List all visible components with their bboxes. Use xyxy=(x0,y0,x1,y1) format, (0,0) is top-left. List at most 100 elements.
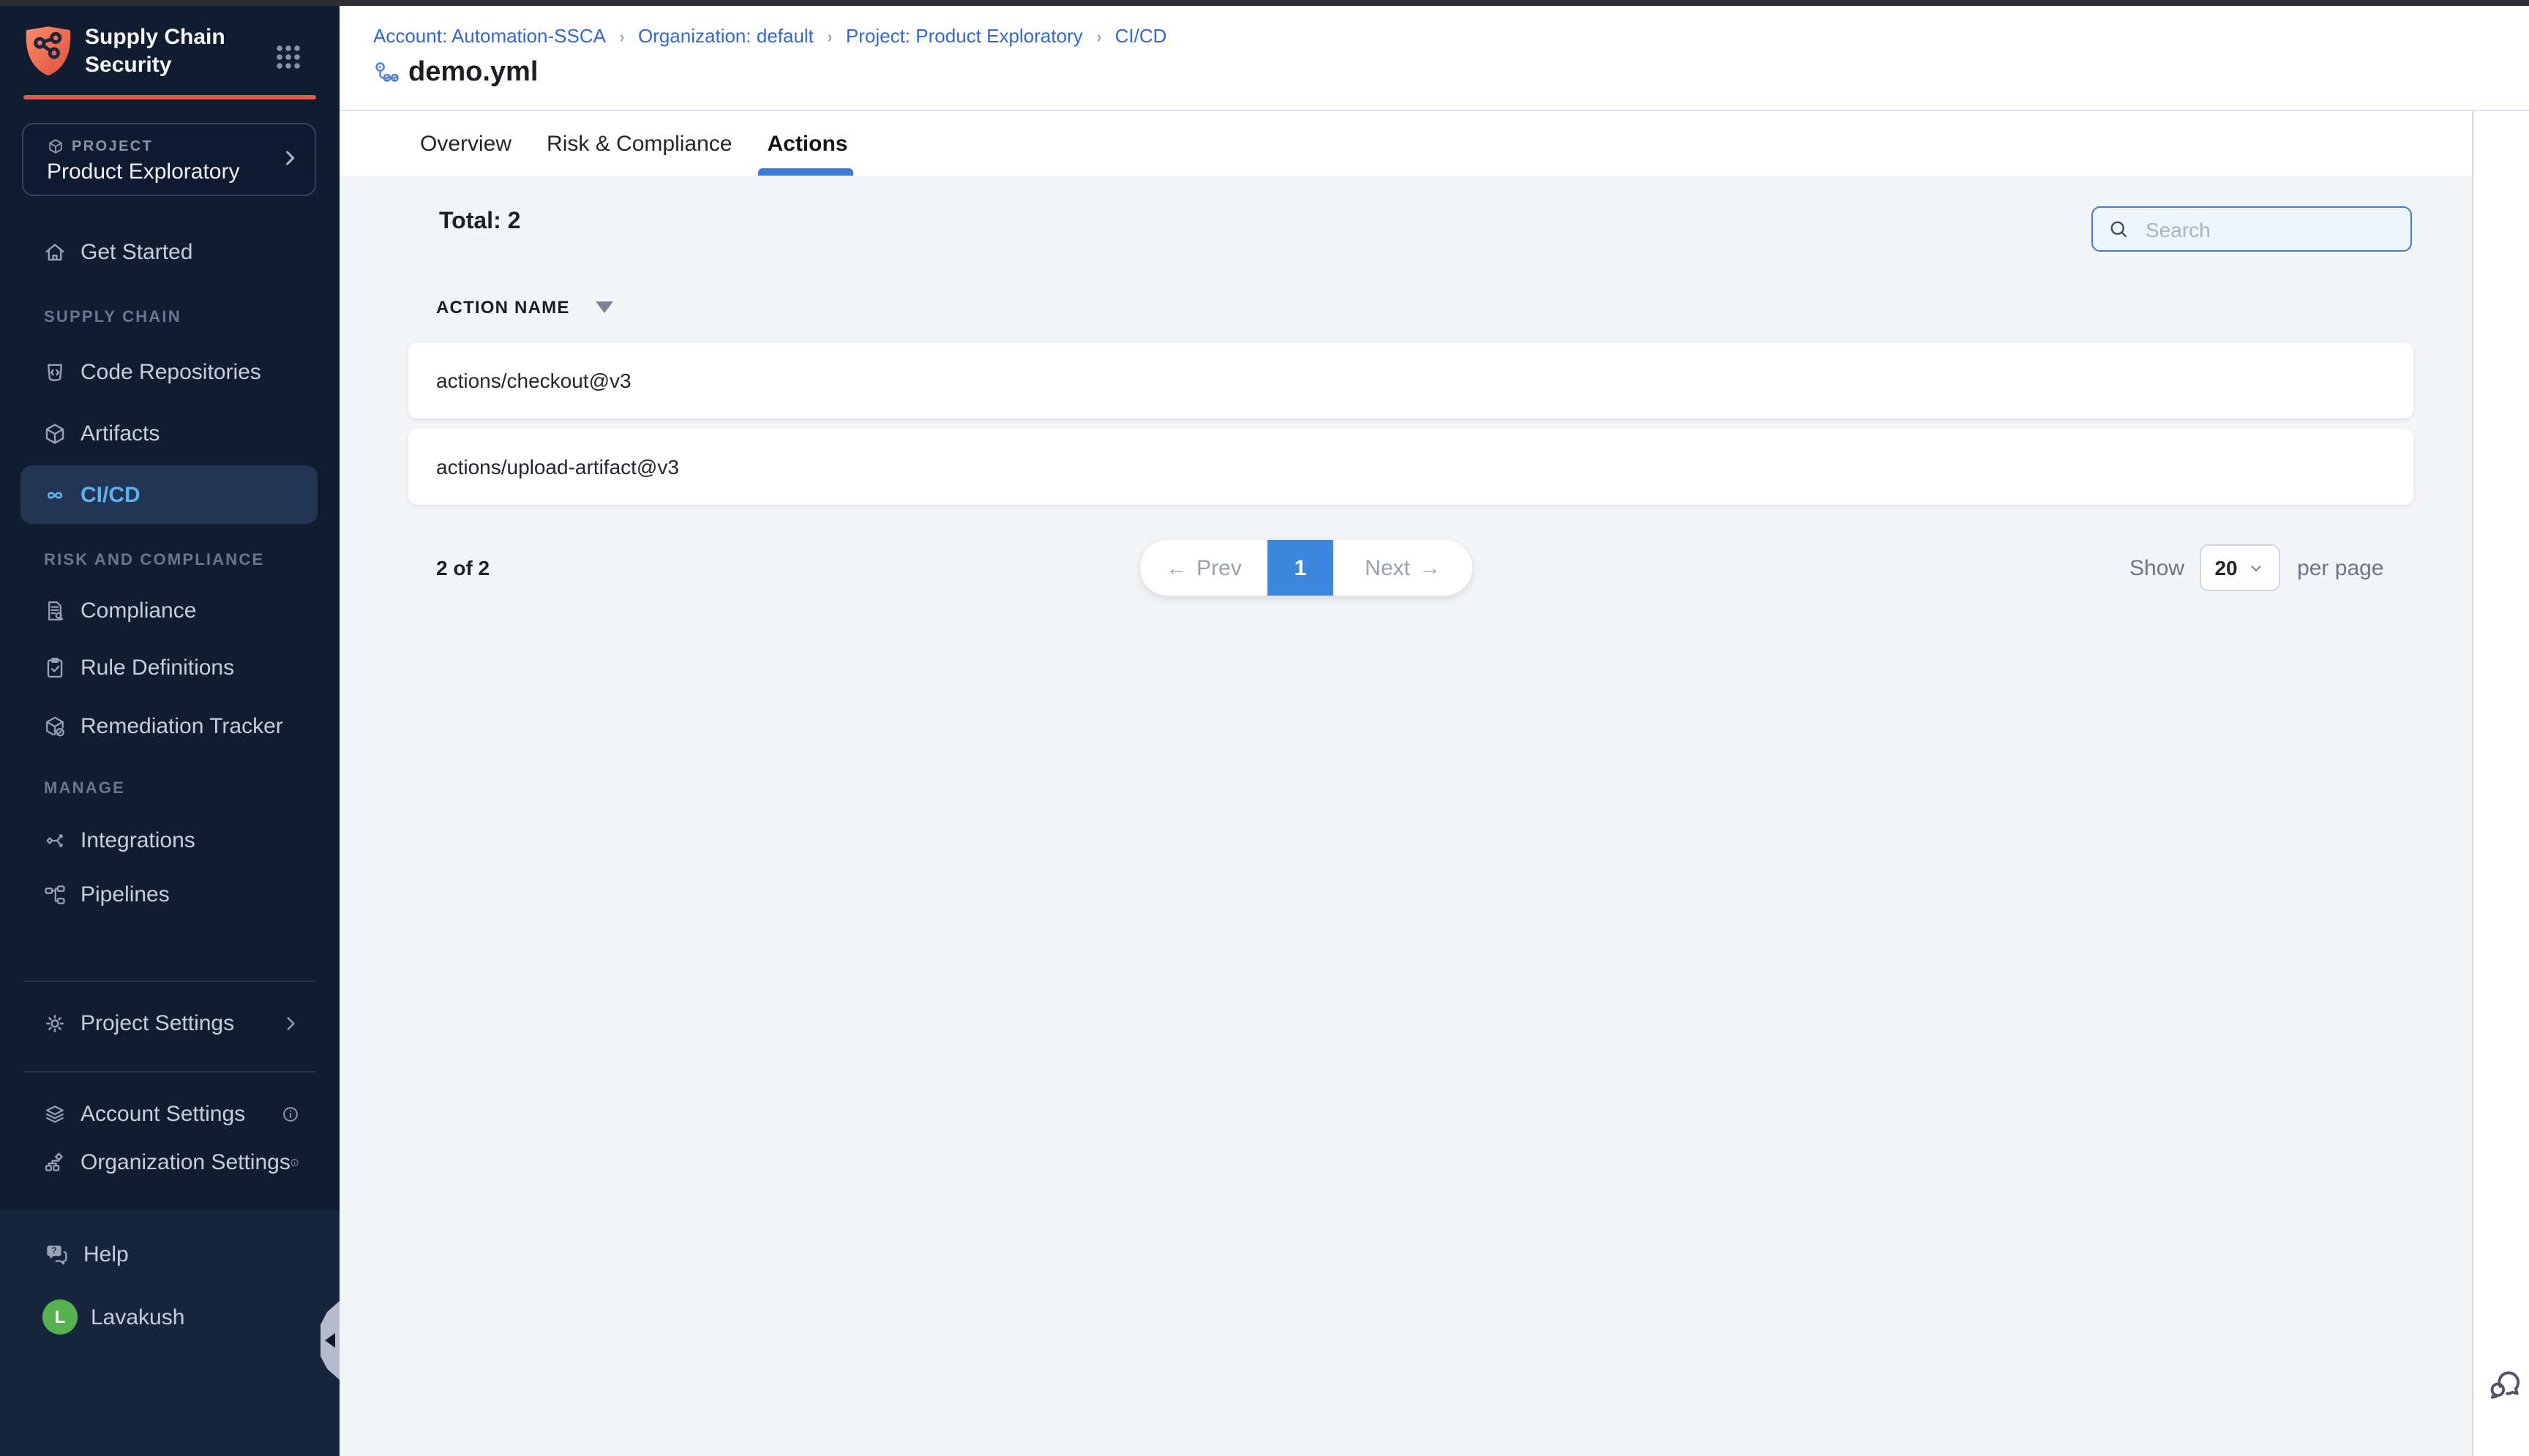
sidebar-item-remediation-tracker[interactable]: Remediation Tracker xyxy=(20,697,318,755)
sidebar-item-integrations[interactable]: Integrations xyxy=(20,811,318,869)
window-top-strip xyxy=(0,0,2529,6)
sidebar-item-label: Rule Definitions xyxy=(80,655,234,680)
breadcrumb-project[interactable]: Project: Product Exploratory xyxy=(846,25,1083,47)
project-eyebrow-label: PROJECT xyxy=(72,138,153,154)
column-header-label: ACTION NAME xyxy=(436,297,570,318)
project-selector[interactable]: PROJECT Product Exploratory xyxy=(22,123,316,196)
repo-bucket-icon xyxy=(42,359,67,384)
sidebar-item-artifacts[interactable]: Artifacts xyxy=(20,404,318,462)
chat-bubbles-icon[interactable] xyxy=(2485,1365,2523,1403)
show-label: Show xyxy=(2129,555,2184,580)
tab-actions[interactable]: Actions xyxy=(767,131,847,156)
sidebar-item-pipelines[interactable]: Pipelines xyxy=(20,865,318,923)
app-switcher-grid-icon[interactable] xyxy=(275,44,301,70)
arrow-left-icon: ← xyxy=(1166,555,1188,580)
project-eyebrow: PROJECT xyxy=(47,138,153,155)
chat-question-icon: ? xyxy=(42,1240,70,1268)
sidebar-item-label: Compliance xyxy=(80,598,196,623)
sidebar-item-cicd[interactable]: CI/CD xyxy=(20,465,318,524)
pagination-range: 2 of 2 xyxy=(436,556,490,579)
breadcrumb-organization[interactable]: Organization: default xyxy=(638,25,814,47)
breadcrumb-separator: › xyxy=(828,26,832,46)
search-input[interactable] xyxy=(2143,216,2413,242)
page-size-select[interactable]: 20 xyxy=(2199,544,2279,591)
sidebar-item-organization-settings[interactable]: Organization Settings xyxy=(20,1133,318,1191)
diamond-branch-icon xyxy=(42,828,67,852)
sidebar-item-code-repositories[interactable]: Code Repositories xyxy=(20,342,318,401)
page-header: Account: Automation-SSCA › Organization:… xyxy=(340,6,2529,111)
brand: Supply Chain Security xyxy=(23,23,225,79)
cube-icon xyxy=(42,421,67,446)
table-row[interactable]: actions/checkout@v3 xyxy=(408,342,2413,419)
box-tag-icon xyxy=(42,713,67,738)
prev-label: Prev xyxy=(1196,555,1242,580)
arrow-right-icon: → xyxy=(1419,555,1441,580)
sidebar-item-label: Help xyxy=(83,1242,129,1267)
tab-bar: Overview Risk & Compliance Actions xyxy=(420,127,883,160)
table-row[interactable]: actions/upload-artifact@v3 xyxy=(408,429,2413,505)
sidebar-item-rule-definitions[interactable]: Rule Definitions xyxy=(20,638,318,697)
column-header-action-name[interactable]: ACTION NAME xyxy=(436,297,614,318)
sidebar-item-label: Integrations xyxy=(80,828,195,852)
page-title-row: demo.yml xyxy=(373,57,538,89)
action-name: actions/checkout@v3 xyxy=(436,369,632,392)
active-tab-underline xyxy=(758,168,853,176)
user-menu[interactable]: L Lavakush xyxy=(20,1288,318,1346)
sidebar-divider xyxy=(23,980,316,982)
per-page-label: per page xyxy=(2297,555,2383,580)
flowchart-icon xyxy=(42,882,67,907)
project-name: Product Exploratory xyxy=(47,160,239,184)
brand-divider xyxy=(23,95,316,100)
chevron-right-icon xyxy=(281,1013,300,1032)
app-root: Supply Chain Security PROJECT Product Ex… xyxy=(0,0,2529,1456)
chevron-down-icon xyxy=(2248,560,2264,576)
breadcrumb-cicd[interactable]: CI/CD xyxy=(1115,25,1167,47)
sidebar-item-label: Organization Settings xyxy=(80,1149,291,1174)
sidebar-item-label: Get Started xyxy=(80,239,192,264)
sidebar-item-label: Remediation Tracker xyxy=(80,713,283,738)
sidebar-item-project-settings[interactable]: Project Settings xyxy=(20,994,318,1052)
sidebar-item-label: Code Repositories xyxy=(80,359,261,384)
sidebar-item-label: Account Settings xyxy=(80,1101,245,1126)
workflow-icon xyxy=(373,60,400,86)
total-count: Total: 2 xyxy=(439,209,520,236)
breadcrumb: Account: Automation-SSCA › Organization:… xyxy=(373,25,1166,47)
search-icon xyxy=(2108,218,2129,240)
breadcrumb-separator: › xyxy=(1096,26,1101,46)
sidebar-section-supply-chain: SUPPLY CHAIN xyxy=(44,309,181,326)
content-body: Total: 2 ACTION NAME actions/checkout@v3… xyxy=(340,176,2472,1456)
gear-icon xyxy=(42,1010,67,1035)
sidebar-item-label: Artifacts xyxy=(80,421,160,446)
sidebar-item-label: Project Settings xyxy=(80,1010,234,1035)
document-search-icon xyxy=(42,598,67,623)
infinity-icon xyxy=(42,482,67,507)
user-name: Lavakush xyxy=(91,1305,184,1329)
breadcrumb-account[interactable]: Account: Automation-SSCA xyxy=(373,25,606,47)
main-area: Account: Automation-SSCA › Organization:… xyxy=(340,6,2529,1456)
tab-overview[interactable]: Overview xyxy=(420,131,512,156)
sidebar-divider xyxy=(23,1071,316,1073)
chevron-right-icon xyxy=(280,148,300,168)
clipboard-check-icon xyxy=(42,655,67,680)
page-title: demo.yml xyxy=(408,57,538,89)
shield-logo-icon xyxy=(23,23,73,79)
page-number-button[interactable]: 1 xyxy=(1267,540,1333,596)
breadcrumb-separator: › xyxy=(620,26,624,46)
cube-icon xyxy=(47,138,64,155)
sidebar-item-get-started[interactable]: Get Started xyxy=(20,222,318,281)
prev-page-button[interactable]: ← Prev xyxy=(1140,540,1267,596)
sidebar-item-label: Pipelines xyxy=(80,882,170,907)
info-icon[interactable] xyxy=(291,1152,300,1171)
next-page-button[interactable]: Next → xyxy=(1333,540,1472,596)
sort-descending-icon[interactable] xyxy=(596,301,614,313)
home-icon xyxy=(42,239,67,264)
avatar: L xyxy=(42,1299,78,1335)
svg-text:?: ? xyxy=(51,1245,56,1255)
next-label: Next xyxy=(1365,555,1410,580)
sidebar-item-help[interactable]: ? Help xyxy=(20,1225,318,1283)
brand-title: Supply Chain Security xyxy=(85,23,225,79)
tab-risk-compliance[interactable]: Risk & Compliance xyxy=(547,131,732,156)
sidebar: Supply Chain Security PROJECT Product Ex… xyxy=(0,6,340,1456)
info-icon[interactable] xyxy=(281,1104,300,1123)
sidebar-item-compliance[interactable]: Compliance xyxy=(20,581,318,639)
